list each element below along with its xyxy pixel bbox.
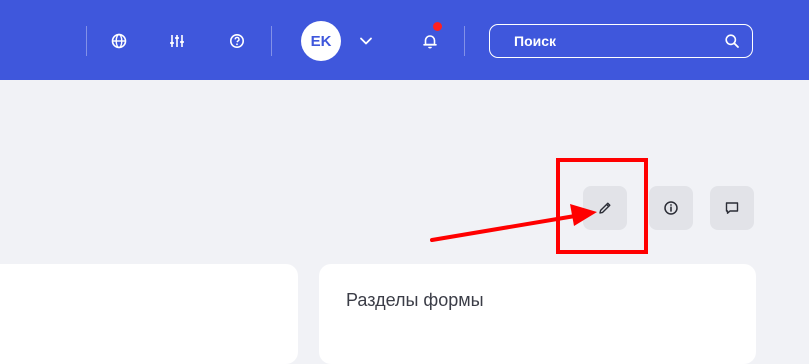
search-input[interactable]: Поиск bbox=[489, 24, 753, 58]
globe-icon[interactable] bbox=[108, 30, 130, 52]
user-avatar[interactable]: EK bbox=[301, 21, 341, 61]
comments-button[interactable] bbox=[710, 186, 754, 230]
sliders-icon[interactable] bbox=[166, 30, 188, 52]
header-divider bbox=[271, 26, 272, 56]
search-placeholder: Поиск bbox=[514, 33, 557, 49]
header-divider bbox=[86, 26, 87, 56]
notification-badge bbox=[433, 22, 442, 31]
bell-icon[interactable] bbox=[419, 30, 441, 52]
avatar-initials: EK bbox=[310, 32, 332, 50]
main-content-card bbox=[0, 264, 298, 364]
top-navigation-bar: EK Поиск bbox=[0, 0, 809, 80]
info-button[interactable] bbox=[649, 186, 693, 230]
annotation-highlight-box bbox=[556, 158, 648, 254]
header-divider bbox=[464, 26, 465, 56]
search-icon[interactable] bbox=[724, 33, 740, 49]
info-icon bbox=[663, 200, 679, 216]
form-sections-card bbox=[319, 264, 756, 364]
form-sections-title: Разделы формы bbox=[346, 290, 484, 310]
chevron-down-icon[interactable] bbox=[355, 30, 377, 52]
comment-icon bbox=[724, 200, 740, 216]
help-icon[interactable] bbox=[226, 30, 248, 52]
